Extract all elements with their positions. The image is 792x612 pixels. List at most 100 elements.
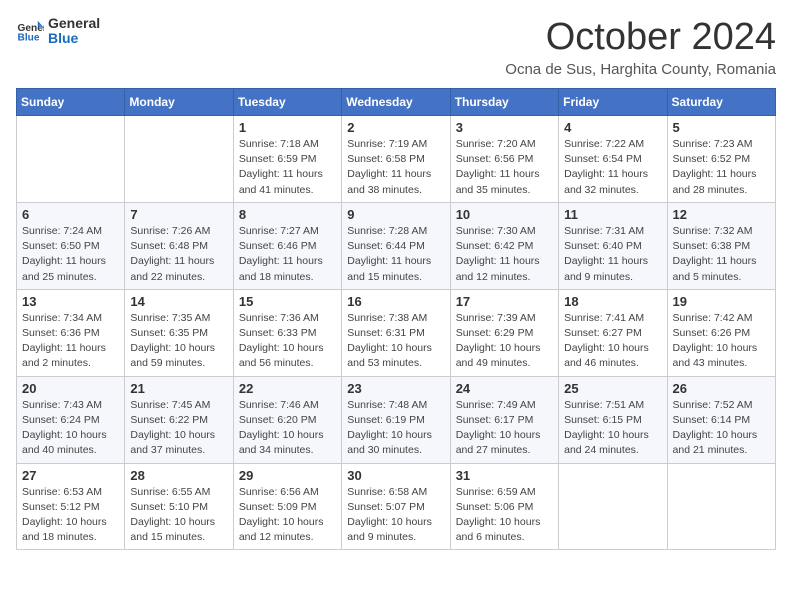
calendar-day-header: Monday	[125, 89, 233, 116]
calendar-day-header: Friday	[559, 89, 667, 116]
day-detail: Sunrise: 7:22 AM Sunset: 6:54 PM Dayligh…	[564, 137, 661, 198]
day-detail: Sunrise: 7:23 AM Sunset: 6:52 PM Dayligh…	[673, 137, 770, 198]
calendar-cell: 7 Sunrise: 7:26 AM Sunset: 6:48 PM Daylig…	[125, 202, 233, 289]
day-detail: Sunrise: 7:31 AM Sunset: 6:40 PM Dayligh…	[564, 224, 661, 285]
day-detail: Sunrise: 7:42 AM Sunset: 6:26 PM Dayligh…	[673, 311, 770, 372]
day-number: 14	[130, 294, 227, 309]
day-detail: Sunrise: 7:34 AM Sunset: 6:36 PM Dayligh…	[22, 311, 119, 372]
day-detail: Sunrise: 7:46 AM Sunset: 6:20 PM Dayligh…	[239, 398, 336, 459]
day-detail: Sunrise: 7:32 AM Sunset: 6:38 PM Dayligh…	[673, 224, 770, 285]
page-header: General Blue General Blue October 2024 O…	[16, 16, 776, 78]
day-number: 25	[564, 381, 661, 396]
day-detail: Sunrise: 6:59 AM Sunset: 5:06 PM Dayligh…	[456, 485, 553, 546]
day-number: 3	[456, 120, 553, 135]
calendar-cell: 4Sunrise: 7:22 AM Sunset: 6:54 PM Daylig…	[559, 116, 667, 203]
calendar-cell: 17Sunrise: 7:39 AM Sunset: 6:29 PM Dayli…	[450, 289, 558, 376]
day-detail: Sunrise: 7:24 AM Sunset: 6:50 PM Dayligh…	[22, 224, 119, 285]
calendar-cell: 22 Sunrise: 7:46 AM Sunset: 6:20 PM Dayli…	[233, 376, 341, 463]
calendar-cell: 16Sunrise: 7:38 AM Sunset: 6:31 PM Dayli…	[342, 289, 450, 376]
calendar-cell: 6 Sunrise: 7:24 AM Sunset: 6:50 PM Daylig…	[17, 202, 125, 289]
calendar-week-row: 6 Sunrise: 7:24 AM Sunset: 6:50 PM Daylig…	[17, 202, 776, 289]
day-detail: Sunrise: 7:35 AM Sunset: 6:35 PM Dayligh…	[130, 311, 227, 372]
day-detail: Sunrise: 6:53 AM Sunset: 5:12 PM Dayligh…	[22, 485, 119, 546]
day-detail: Sunrise: 7:41 AM Sunset: 6:27 PM Dayligh…	[564, 311, 661, 372]
calendar-table: SundayMondayTuesdayWednesdayThursdayFrid…	[16, 88, 776, 550]
month-title: October 2024	[505, 16, 776, 59]
calendar-header-row: SundayMondayTuesdayWednesdayThursdayFrid…	[17, 89, 776, 116]
calendar-cell: 26 Sunrise: 7:52 AM Sunset: 6:14 PM Dayli…	[667, 376, 775, 463]
calendar-cell: 2 Sunrise: 7:19 AM Sunset: 6:58 PM Daylig…	[342, 116, 450, 203]
calendar-cell: 20 Sunrise: 7:43 AM Sunset: 6:24 PM Dayli…	[17, 376, 125, 463]
calendar-day-header: Wednesday	[342, 89, 450, 116]
calendar-cell: 31 Sunrise: 6:59 AM Sunset: 5:06 PM Dayli…	[450, 463, 558, 550]
calendar-cell: 3 Sunrise: 7:20 AM Sunset: 6:56 PM Daylig…	[450, 116, 558, 203]
day-number: 13	[22, 294, 119, 309]
day-number: 19	[673, 294, 770, 309]
day-detail: Sunrise: 7:26 AM Sunset: 6:48 PM Dayligh…	[130, 224, 227, 285]
day-number: 29	[239, 468, 336, 483]
calendar-cell: 21Sunrise: 7:45 AM Sunset: 6:22 PM Dayli…	[125, 376, 233, 463]
calendar-cell: 10 Sunrise: 7:30 AM Sunset: 6:42 PM Dayli…	[450, 202, 558, 289]
day-detail: Sunrise: 7:18 AM Sunset: 6:59 PM Dayligh…	[239, 137, 336, 198]
day-detail: Sunrise: 6:56 AM Sunset: 5:09 PM Dayligh…	[239, 485, 336, 546]
day-detail: Sunrise: 7:48 AM Sunset: 6:19 PM Dayligh…	[347, 398, 444, 459]
day-detail: Sunrise: 7:52 AM Sunset: 6:14 PM Dayligh…	[673, 398, 770, 459]
title-block: October 2024 Ocna de Sus, Harghita Count…	[505, 16, 776, 78]
day-number: 15	[239, 294, 336, 309]
calendar-day-header: Tuesday	[233, 89, 341, 116]
calendar-cell: 5 Sunrise: 7:23 AM Sunset: 6:52 PM Daylig…	[667, 116, 775, 203]
calendar-day-header: Sunday	[17, 89, 125, 116]
calendar-day-header: Thursday	[450, 89, 558, 116]
calendar-week-row: 13 Sunrise: 7:34 AM Sunset: 6:36 PM Dayli…	[17, 289, 776, 376]
day-number: 27	[22, 468, 119, 483]
calendar-cell: 24 Sunrise: 7:49 AM Sunset: 6:17 PM Dayli…	[450, 376, 558, 463]
day-number: 20	[22, 381, 119, 396]
day-number: 12	[673, 207, 770, 222]
day-number: 30	[347, 468, 444, 483]
calendar-week-row: 27 Sunrise: 6:53 AM Sunset: 5:12 PM Dayli…	[17, 463, 776, 550]
day-detail: Sunrise: 7:43 AM Sunset: 6:24 PM Dayligh…	[22, 398, 119, 459]
day-detail: Sunrise: 7:28 AM Sunset: 6:44 PM Dayligh…	[347, 224, 444, 285]
day-number: 11	[564, 207, 661, 222]
day-detail: Sunrise: 6:55 AM Sunset: 5:10 PM Dayligh…	[130, 485, 227, 546]
day-number: 22	[239, 381, 336, 396]
day-detail: Sunrise: 7:19 AM Sunset: 6:58 PM Dayligh…	[347, 137, 444, 198]
day-detail: Sunrise: 7:51 AM Sunset: 6:15 PM Dayligh…	[564, 398, 661, 459]
day-number: 26	[673, 381, 770, 396]
day-number: 10	[456, 207, 553, 222]
day-number: 21	[130, 381, 227, 396]
calendar-cell	[667, 463, 775, 550]
calendar-cell: 30 Sunrise: 6:58 AM Sunset: 5:07 PM Dayli…	[342, 463, 450, 550]
day-number: 17	[456, 294, 553, 309]
calendar-cell: 11 Sunrise: 7:31 AM Sunset: 6:40 PM Dayli…	[559, 202, 667, 289]
day-number: 2	[347, 120, 444, 135]
day-detail: Sunrise: 7:49 AM Sunset: 6:17 PM Dayligh…	[456, 398, 553, 459]
day-number: 7	[130, 207, 227, 222]
calendar-cell: 9Sunrise: 7:28 AM Sunset: 6:44 PM Daylig…	[342, 202, 450, 289]
day-detail: Sunrise: 6:58 AM Sunset: 5:07 PM Dayligh…	[347, 485, 444, 546]
svg-text:Blue: Blue	[18, 33, 40, 44]
day-detail: Sunrise: 7:38 AM Sunset: 6:31 PM Dayligh…	[347, 311, 444, 372]
day-number: 24	[456, 381, 553, 396]
calendar-cell	[17, 116, 125, 203]
calendar-week-row: 1Sunrise: 7:18 AM Sunset: 6:59 PM Daylig…	[17, 116, 776, 203]
calendar-cell: 12 Sunrise: 7:32 AM Sunset: 6:38 PM Dayli…	[667, 202, 775, 289]
day-detail: Sunrise: 7:20 AM Sunset: 6:56 PM Dayligh…	[456, 137, 553, 198]
calendar-cell: 14 Sunrise: 7:35 AM Sunset: 6:35 PM Dayli…	[125, 289, 233, 376]
day-number: 18	[564, 294, 661, 309]
day-number: 31	[456, 468, 553, 483]
logo-blue-text: Blue	[48, 31, 100, 46]
location-subtitle: Ocna de Sus, Harghita County, Romania	[505, 61, 776, 78]
day-number: 6	[22, 207, 119, 222]
calendar-cell: 29 Sunrise: 6:56 AM Sunset: 5:09 PM Dayli…	[233, 463, 341, 550]
day-detail: Sunrise: 7:30 AM Sunset: 6:42 PM Dayligh…	[456, 224, 553, 285]
calendar-cell: 23 Sunrise: 7:48 AM Sunset: 6:19 PM Dayli…	[342, 376, 450, 463]
logo: General Blue General Blue	[16, 16, 100, 47]
day-number: 23	[347, 381, 444, 396]
calendar-cell: 15 Sunrise: 7:36 AM Sunset: 6:33 PM Dayli…	[233, 289, 341, 376]
calendar-cell: 18 Sunrise: 7:41 AM Sunset: 6:27 PM Dayli…	[559, 289, 667, 376]
day-detail: Sunrise: 7:36 AM Sunset: 6:33 PM Dayligh…	[239, 311, 336, 372]
calendar-day-header: Saturday	[667, 89, 775, 116]
day-number: 5	[673, 120, 770, 135]
calendar-cell: 28Sunrise: 6:55 AM Sunset: 5:10 PM Dayli…	[125, 463, 233, 550]
